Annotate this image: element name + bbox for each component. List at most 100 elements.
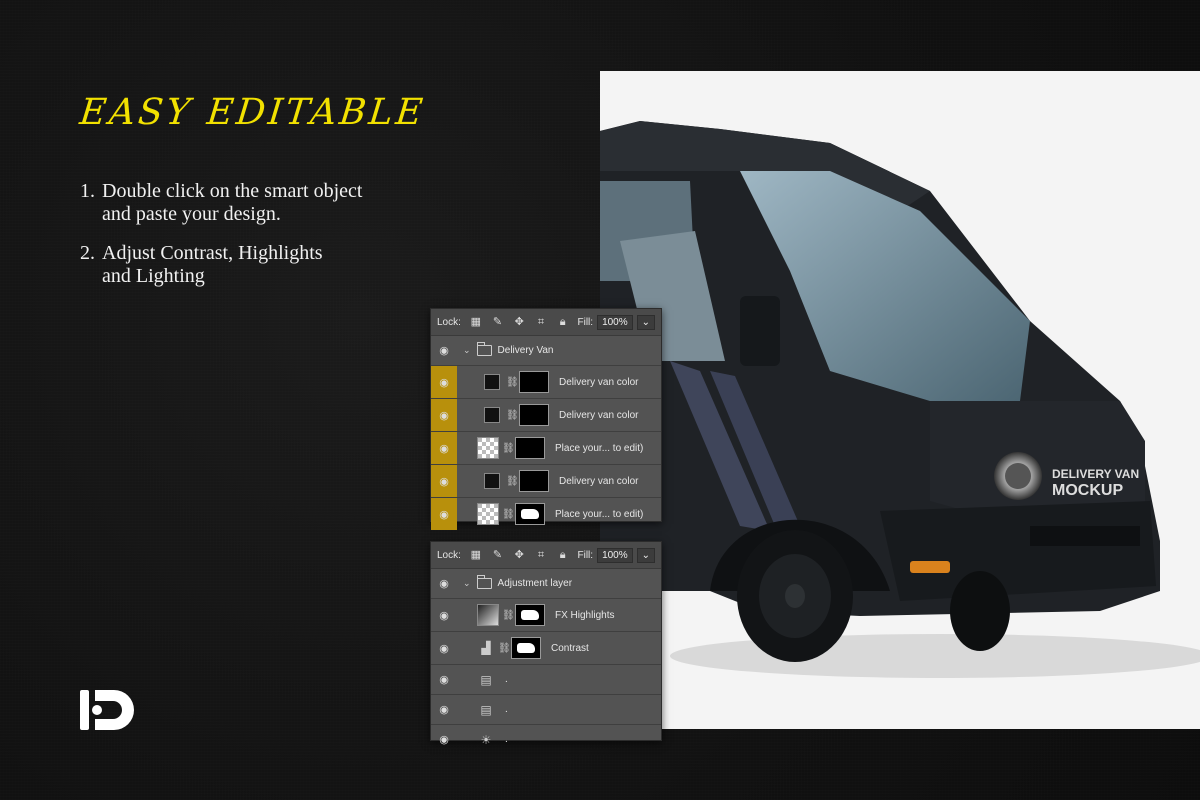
layer-name: Place your... to edit) (555, 508, 644, 520)
layer-name: Delivery van color (559, 376, 639, 388)
link-icon[interactable]: ⛓ (498, 643, 511, 654)
eye-icon[interactable]: ◉ (431, 399, 457, 431)
layer-mask (515, 437, 545, 459)
layer-row[interactable]: ◉ ⛓ Delivery van color (431, 465, 661, 498)
step-number: 2. (80, 242, 95, 264)
layer-row[interactable]: ◉ ☀ . (431, 725, 661, 754)
chevron-down-icon[interactable]: ⌄ (463, 345, 471, 356)
layer-name: FX Highlights (555, 609, 615, 621)
layer-row[interactable]: ◉ ⛓ FX Highlights (431, 599, 661, 632)
chevron-down-icon[interactable]: ⌄ (463, 578, 471, 589)
gradient-thumbnail (477, 604, 499, 626)
layer-row[interactable]: ◉ ▤ . (431, 695, 661, 725)
link-icon[interactable]: ⛓ (506, 377, 519, 388)
van-photo: DELIVERY VAN MOCKUP (600, 71, 1200, 729)
layer-name: . (505, 674, 508, 685)
group-name: Adjustment layer (497, 578, 573, 589)
layer-group[interactable]: ◉ ⌄ Adjustment layer (431, 569, 661, 599)
smart-object-thumbnail (477, 437, 499, 459)
step-text-line: Adjust Contrast, Highlights (102, 242, 323, 264)
layer-mask (519, 371, 549, 393)
eye-icon[interactable]: ◉ (431, 569, 457, 598)
layer-thumbnail (484, 407, 500, 423)
eye-icon[interactable]: ◉ (431, 695, 457, 724)
eye-icon[interactable]: ◉ (431, 432, 457, 464)
step-number: 1. (80, 180, 95, 202)
step-2: 2. Adjust Contrast, Highlights and Light… (80, 242, 362, 288)
brightness-icon: ☀ (480, 732, 492, 747)
lock-transparent-icon[interactable]: ▦ (469, 549, 483, 561)
heading: EASY EDITABLE (77, 92, 428, 133)
step-text-line: and paste your design. (102, 203, 281, 225)
lock-transparent-icon[interactable]: ▦ (469, 316, 483, 328)
step-text-line: and Lighting (102, 265, 205, 287)
levels-icon: ▟ (481, 641, 491, 655)
lock-label: Lock: (437, 549, 461, 561)
chevron-down-icon[interactable]: ⌄ (636, 314, 656, 330)
layers-panel-adjustment: Lock: ▦ ✎ ✥ ⌗ 🔒︎ Fill: 100% ⌄ ◉ ⌄ Adjust… (430, 541, 662, 747)
step-text-line: Double click on the smart object (102, 180, 363, 202)
crop-icon[interactable]: ⌗ (534, 549, 548, 561)
eye-icon[interactable]: ◉ (431, 465, 457, 497)
crop-icon[interactable]: ⌗ (534, 316, 548, 328)
step-1: 1. Double click on the smart object and … (80, 180, 362, 226)
link-icon[interactable]: ⛓ (502, 443, 515, 454)
curves-icon: ▤ (480, 672, 492, 687)
layer-mask (519, 470, 549, 492)
layer-mask (519, 404, 549, 426)
layer-row[interactable]: ◉ ▤ . (431, 665, 661, 695)
eye-icon[interactable]: ◉ (431, 599, 457, 631)
brush-icon[interactable]: ✎ (491, 549, 505, 561)
eye-icon[interactable]: ◉ (431, 498, 457, 530)
move-icon[interactable]: ✥ (512, 316, 526, 328)
layer-row[interactable]: ◉ ⛓ Place your... to edit) (431, 498, 661, 530)
fill-input[interactable]: 100% (597, 314, 633, 330)
lock-label: Lock: (437, 316, 461, 328)
layer-row[interactable]: ◉ ⛓ Delivery van color (431, 366, 661, 399)
layer-name: . (505, 734, 508, 745)
fill-label: Fill: (577, 549, 594, 561)
layer-mask (515, 604, 545, 626)
layer-mask (511, 637, 541, 659)
layer-name: Delivery van color (559, 475, 639, 487)
brand-logo (80, 690, 134, 730)
fill-label: Fill: (577, 316, 594, 328)
layer-thumbnail (484, 473, 500, 489)
van-text-line1: DELIVERY VAN (1052, 467, 1139, 481)
layer-row[interactable]: ◉ ⛓ Delivery van color (431, 399, 661, 432)
layer-name: Place your... to edit) (555, 442, 644, 454)
group-name: Delivery Van (497, 345, 554, 356)
layers-toolbar: Lock: ▦ ✎ ✥ ⌗ 🔒︎ Fill: 100% ⌄ (431, 309, 661, 336)
layers-panel-delivery-van: Lock: ▦ ✎ ✥ ⌗ 🔒︎ Fill: 100% ⌄ ◉ ⌄ Delive… (430, 308, 662, 530)
eye-icon[interactable]: ◉ (431, 665, 457, 694)
folder-icon (476, 575, 492, 589)
layers-toolbar: Lock: ▦ ✎ ✥ ⌗ 🔒︎ Fill: 100% ⌄ (431, 542, 661, 569)
layer-row[interactable]: ◉ ⛓ Place your... to edit) (431, 432, 661, 465)
steps-list: 1. Double click on the smart object and … (80, 180, 362, 304)
curves-icon: ▤ (480, 702, 492, 717)
lock-icon[interactable]: 🔒︎ (556, 549, 570, 561)
layer-name: Contrast (551, 642, 589, 654)
eye-icon[interactable]: ◉ (431, 336, 457, 365)
layer-thumbnail (484, 374, 500, 390)
link-icon[interactable]: ⛓ (506, 476, 519, 487)
link-icon[interactable]: ⛓ (502, 509, 515, 520)
layer-name: . (505, 704, 508, 715)
layer-mask (515, 503, 545, 525)
layer-name: Delivery van color (559, 409, 639, 421)
move-icon[interactable]: ✥ (512, 549, 526, 561)
van-text-line2: MOCKUP (1052, 482, 1123, 499)
fill-input[interactable]: 100% (597, 547, 633, 563)
folder-icon (476, 342, 492, 356)
eye-icon[interactable]: ◉ (431, 725, 457, 754)
chevron-down-icon[interactable]: ⌄ (636, 547, 656, 563)
eye-icon[interactable]: ◉ (431, 366, 457, 398)
layer-row[interactable]: ◉ ▟ ⛓ Contrast (431, 632, 661, 665)
smart-object-thumbnail (477, 503, 499, 525)
brush-icon[interactable]: ✎ (491, 316, 505, 328)
link-icon[interactable]: ⛓ (502, 610, 515, 621)
eye-icon[interactable]: ◉ (431, 632, 457, 664)
link-icon[interactable]: ⛓ (506, 410, 519, 421)
layer-group[interactable]: ◉ ⌄ Delivery Van (431, 336, 661, 366)
lock-icon[interactable]: 🔒︎ (556, 316, 570, 328)
